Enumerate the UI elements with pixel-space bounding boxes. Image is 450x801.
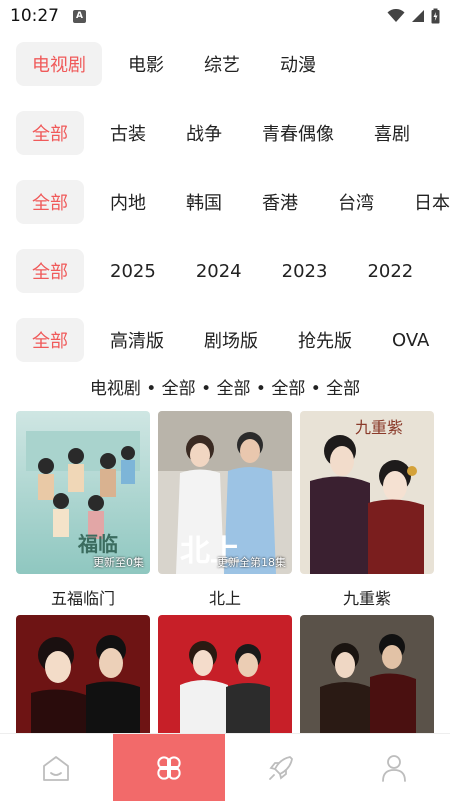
region-chip[interactable]: 香港: [248, 180, 312, 224]
category-chip[interactable]: 动漫: [266, 42, 330, 86]
tab-discover[interactable]: [225, 734, 338, 801]
tab-category[interactable]: [112, 734, 225, 801]
person-icon: [381, 754, 406, 782]
notification-a-icon: A: [73, 9, 86, 23]
filter-summary: 电视剧 • 全部 • 全部 • 全部 • 全部: [89, 379, 361, 399]
tab-home[interactable]: [0, 734, 113, 801]
category-chip[interactable]: 电影: [114, 42, 178, 86]
year-chip[interactable]: 2021: [439, 249, 450, 293]
region-chip[interactable]: 全部: [16, 180, 84, 224]
status-icons: [387, 8, 440, 24]
genre-chip[interactable]: 古装: [96, 111, 160, 155]
version-chip[interactable]: 抢先版: [284, 318, 366, 362]
poster-image: 九重紫: [300, 411, 434, 574]
svg-text:福临: 福临: [77, 532, 118, 556]
video-card[interactable]: 九重紫 九重紫: [300, 411, 434, 609]
version-filter-row: 全部 高清版 剧场版 抢先版 OVA: [0, 318, 450, 362]
year-chip[interactable]: 2022: [353, 249, 427, 293]
genre-chip[interactable]: 战争: [172, 111, 236, 155]
grid-icon: [157, 755, 181, 780]
year-chip[interactable]: 全部: [16, 249, 84, 293]
category-chip[interactable]: 综艺: [190, 42, 254, 86]
year-filter-row: 全部 2025 2024 20232022 2021: [0, 249, 450, 293]
genre-chip[interactable]: 全部: [16, 111, 84, 155]
rocket-icon: [269, 755, 294, 780]
region-chip[interactable]: 台湾: [324, 180, 388, 224]
region-filter-row: 全部 内地 韩国 香港 台湾 日本: [0, 180, 450, 224]
version-chip[interactable]: 全部: [16, 318, 84, 362]
version-chip[interactable]: 高清版: [96, 318, 178, 362]
region-chip[interactable]: 日本: [400, 180, 450, 224]
signal-icon: [412, 10, 424, 22]
poster-image: 福临 更新至0集: [16, 411, 150, 574]
status-bar: 10:27 A: [0, 0, 450, 32]
update-badge: 更新至0集: [93, 556, 144, 569]
category-filter-row: 电视剧 电影 综艺 动漫: [0, 42, 450, 86]
update-badge: 更新全第18集: [217, 556, 286, 569]
year-chip[interactable]: 2025: [96, 249, 170, 293]
status-time: 10:27: [10, 6, 59, 26]
video-title: 五福临门: [50, 589, 115, 608]
category-chip[interactable]: 电视剧: [16, 42, 102, 86]
video-card[interactable]: 北上 更新全第18集 北上: [158, 411, 292, 609]
svg-text:九重紫: 九重紫: [355, 418, 403, 437]
year-chip[interactable]: 2024: [182, 249, 256, 293]
video-card[interactable]: 福临 更新至0集 五福临门: [16, 411, 150, 609]
home-icon: [43, 755, 70, 781]
video-title: 九重紫: [342, 589, 391, 608]
wifi-icon: [387, 9, 405, 22]
tab-profile[interactable]: [338, 734, 450, 801]
battery-icon: [431, 8, 440, 24]
genre-chip[interactable]: 喜剧: [360, 111, 424, 155]
year-chip[interactable]: 2023: [268, 249, 342, 293]
genre-chip[interactable]: 青春偶像: [248, 111, 348, 155]
version-chip[interactable]: OVA: [378, 318, 443, 362]
region-chip[interactable]: 内地: [96, 180, 160, 224]
video-title: 北上: [208, 589, 241, 608]
genre-filter-row: 全部 古装 战争 青春偶像 喜剧: [0, 111, 450, 155]
version-chip[interactable]: 剧场版: [190, 318, 272, 362]
poster-image: 北上 更新全第18集: [158, 411, 292, 574]
bottom-tab-bar: [0, 733, 450, 801]
region-chip[interactable]: 韩国: [172, 180, 236, 224]
